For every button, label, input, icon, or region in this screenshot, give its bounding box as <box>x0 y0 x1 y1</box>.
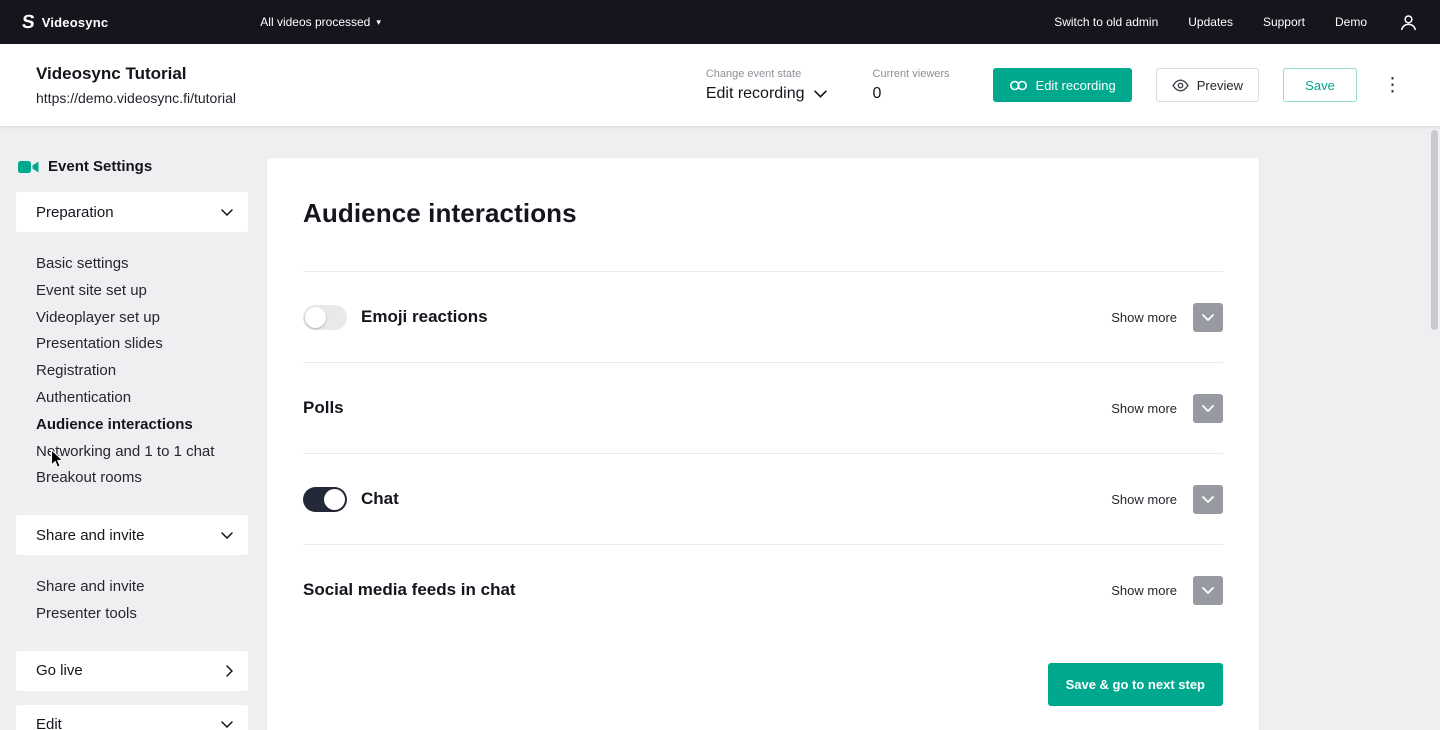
save-label: Save <box>1305 78 1335 93</box>
settings-sidebar: Event Settings Preparation Basic setting… <box>16 152 248 730</box>
sidebar-item-event-site-set-up[interactable]: Event site set up <box>36 278 248 305</box>
sidebar-item-basic-settings[interactable]: Basic settings <box>36 251 248 278</box>
chevron-down-icon <box>1202 405 1214 412</box>
event-state-value: Edit recording <box>706 85 805 103</box>
show-more-link[interactable]: Show more <box>1111 310 1177 325</box>
sidebar-section-share-and-invite[interactable]: Share and invite <box>16 515 248 555</box>
link-demo[interactable]: Demo <box>1335 15 1367 29</box>
show-more-link[interactable]: Show more <box>1111 583 1177 598</box>
topbar: S Videosync All videos processed ▾ Switc… <box>0 0 1440 44</box>
event-state-label: Change event state <box>706 68 827 80</box>
page-title: Audience interactions <box>267 158 1259 229</box>
edit-recording-button[interactable]: Edit recording <box>993 68 1132 102</box>
sidebar-item-authentication[interactable]: Authentication <box>36 385 248 412</box>
show-more-link[interactable]: Show more <box>1111 401 1177 416</box>
event-state-block: Change event state Edit recording <box>706 68 827 103</box>
sidebar-item-networking-1to1-chat[interactable]: Networking and 1 to 1 chat <box>36 439 248 466</box>
feature-label: Chat <box>361 489 399 509</box>
brand-name: Videosync <box>42 15 109 30</box>
sidebar-item-presentation-slides[interactable]: Presentation slides <box>36 331 248 358</box>
feature-row-polls: Polls Show more <box>267 363 1259 453</box>
sidebar-title-label: Event Settings <box>48 158 152 175</box>
sidebar-item-audience-interactions[interactable]: Audience interactions <box>36 412 248 439</box>
kebab-menu-icon[interactable]: ⋮ <box>1381 76 1404 95</box>
event-url: https://demo.videosync.fi/tutorial <box>36 90 236 106</box>
eye-icon <box>1172 79 1189 92</box>
feature-label: Polls <box>303 398 344 418</box>
show-more-link[interactable]: Show more <box>1111 492 1177 507</box>
sidebar-section-edit[interactable]: Edit <box>16 705 248 730</box>
save-button[interactable]: Save <box>1283 68 1357 102</box>
current-viewers-count: 0 <box>873 85 951 103</box>
expand-row-button[interactable] <box>1193 394 1223 423</box>
sidebar-section-preparation[interactable]: Preparation <box>16 192 248 232</box>
emoji-reactions-toggle[interactable] <box>303 305 347 330</box>
feature-row-emoji-reactions: Emoji reactions Show more <box>267 272 1259 362</box>
feature-row-chat: Chat Show more <box>267 454 1259 544</box>
section-preparation-label: Preparation <box>36 204 114 221</box>
section-go-live-label: Go live <box>36 662 83 679</box>
videosync-logo[interactable]: S Videosync <box>22 13 108 32</box>
chevron-down-icon <box>221 532 233 539</box>
feature-label: Emoji reactions <box>361 307 488 327</box>
expand-row-button[interactable] <box>1193 576 1223 605</box>
caret-down-icon: ▾ <box>376 17 381 28</box>
chevron-down-icon <box>221 209 233 216</box>
audience-interactions-card: Audience interactions Emoji reactions Sh… <box>267 158 1259 730</box>
event-title: Videosync Tutorial <box>36 64 236 84</box>
chevron-right-icon <box>226 665 233 677</box>
preview-button[interactable]: Preview <box>1156 68 1259 102</box>
chevron-down-icon <box>1202 587 1214 594</box>
link-support[interactable]: Support <box>1263 15 1305 29</box>
toggle-knob <box>324 489 345 510</box>
expand-row-button[interactable] <box>1193 303 1223 332</box>
videos-processed-dropdown[interactable]: All videos processed ▾ <box>260 15 381 29</box>
current-viewers-block: Current viewers 0 <box>873 68 951 103</box>
toggle-knob <box>305 307 326 328</box>
link-updates[interactable]: Updates <box>1188 15 1233 29</box>
expand-row-button[interactable] <box>1193 485 1223 514</box>
user-icon[interactable] <box>1399 13 1418 32</box>
sidebar-title: Event Settings <box>16 152 248 181</box>
videosync-logo-icon: S <box>21 13 36 32</box>
sidebar-item-share-and-invite[interactable]: Share and invite <box>36 574 248 601</box>
chat-toggle[interactable] <box>303 487 347 512</box>
sidebar-item-registration[interactable]: Registration <box>36 358 248 385</box>
link-switch-to-old-admin[interactable]: Switch to old admin <box>1054 15 1158 29</box>
sidebar-item-videoplayer-set-up[interactable]: Videoplayer set up <box>36 305 248 332</box>
edit-recording-label: Edit recording <box>1036 78 1116 93</box>
section-edit-label: Edit <box>36 716 62 730</box>
feature-label: Social media feeds in chat <box>303 580 516 600</box>
save-next-step-button[interactable]: Save & go to next step <box>1048 663 1223 706</box>
scrollbar-thumb[interactable] <box>1431 130 1438 330</box>
preparation-nav-list: Basic settings Event site set up Videopl… <box>16 232 248 515</box>
save-next-step-label: Save & go to next step <box>1066 677 1205 692</box>
sidebar-item-presenter-tools[interactable]: Presenter tools <box>36 601 248 628</box>
event-state-dropdown[interactable]: Edit recording <box>706 85 827 103</box>
section-share-label: Share and invite <box>36 527 144 544</box>
event-title-block: Videosync Tutorial https://demo.videosyn… <box>36 64 236 106</box>
recording-icon <box>1009 79 1028 92</box>
videos-processed-label: All videos processed <box>260 15 370 29</box>
chevron-down-icon <box>1202 314 1214 321</box>
event-header: Videosync Tutorial https://demo.videosyn… <box>0 44 1440 126</box>
sidebar-section-go-live[interactable]: Go live <box>16 651 248 691</box>
chevron-down-icon <box>814 90 827 98</box>
share-nav-list: Share and invite Presenter tools <box>16 555 248 651</box>
current-viewers-label: Current viewers <box>873 68 951 80</box>
topbar-links: Switch to old admin Updates Support Demo <box>1054 15 1367 29</box>
feature-row-social-media-feeds: Social media feeds in chat Show more <box>267 545 1259 635</box>
chevron-down-icon <box>221 721 233 728</box>
video-camera-icon <box>18 160 39 174</box>
chevron-down-icon <box>1202 496 1214 503</box>
sidebar-item-breakout-rooms[interactable]: Breakout rooms <box>36 465 248 492</box>
card-footer: Save & go to next step <box>267 635 1259 730</box>
preview-label: Preview <box>1197 78 1243 93</box>
